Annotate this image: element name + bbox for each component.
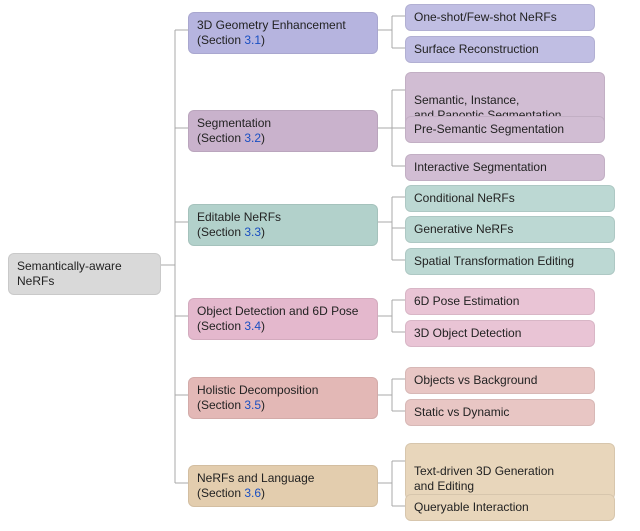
leaf-node: Generative NeRFs xyxy=(405,216,615,243)
section-node-3-2: Segmentation (Section 3.2) xyxy=(188,110,378,152)
section-ref: (Section 3.2) xyxy=(197,131,369,146)
leaf-label: Surface Reconstruction xyxy=(414,42,539,56)
leaf-node: 6D Pose Estimation xyxy=(405,288,595,315)
leaf-node: 3D Object Detection xyxy=(405,320,595,347)
leaf-label: Objects vs Background xyxy=(414,373,537,387)
section-node-3-6: NeRFs and Language (Section 3.6) xyxy=(188,465,378,507)
section-node-3-5: Holistic Decomposition (Section 3.5) xyxy=(188,377,378,419)
section-ref: (Section 3.1) xyxy=(197,33,369,48)
section-title: NeRFs and Language xyxy=(197,471,369,486)
section-title: 3D Geometry Enhancement xyxy=(197,18,369,33)
section-ref: (Section 3.3) xyxy=(197,225,369,240)
section-link[interactable]: 3.3 xyxy=(244,225,261,239)
section-ref: (Section 3.4) xyxy=(197,319,369,334)
section-link[interactable]: 3.2 xyxy=(244,131,261,145)
section-title: Holistic Decomposition xyxy=(197,383,369,398)
leaf-label: Conditional NeRFs xyxy=(414,191,515,205)
section-link[interactable]: 3.1 xyxy=(244,33,261,47)
leaf-node: Objects vs Background xyxy=(405,367,595,394)
section-link[interactable]: 3.5 xyxy=(244,398,261,412)
section-node-3-1: 3D Geometry Enhancement (Section 3.1) xyxy=(188,12,378,54)
section-title: Object Detection and 6D Pose xyxy=(197,304,369,319)
leaf-node: Text-driven 3D Generation and Editing xyxy=(405,443,615,500)
leaf-node: Pre-Semantic Segmentation xyxy=(405,116,605,143)
leaf-node: Surface Reconstruction xyxy=(405,36,595,63)
leaf-label: Generative NeRFs xyxy=(414,222,513,236)
leaf-label: Static vs Dynamic xyxy=(414,405,509,419)
root-label: Semantically-aware NeRFs xyxy=(17,259,122,288)
leaf-node: Spatial Transformation Editing xyxy=(405,248,615,275)
leaf-node: One-shot/Few-shot NeRFs xyxy=(405,4,595,31)
section-link[interactable]: 3.6 xyxy=(244,486,261,500)
section-title: Segmentation xyxy=(197,116,369,131)
leaf-label: Queryable Interaction xyxy=(414,500,529,514)
section-ref: (Section 3.6) xyxy=(197,486,369,501)
leaf-label: Interactive Segmentation xyxy=(414,160,547,174)
section-link[interactable]: 3.4 xyxy=(244,319,261,333)
leaf-node: Queryable Interaction xyxy=(405,494,615,521)
section-node-3-4: Object Detection and 6D Pose (Section 3.… xyxy=(188,298,378,340)
leaf-label: Text-driven 3D Generation and Editing xyxy=(414,464,554,493)
leaf-label: One-shot/Few-shot NeRFs xyxy=(414,10,557,24)
leaf-label: 3D Object Detection xyxy=(414,326,521,340)
root-node: Semantically-aware NeRFs xyxy=(8,253,161,295)
section-node-3-3: Editable NeRFs (Section 3.3) xyxy=(188,204,378,246)
leaf-node: Interactive Segmentation xyxy=(405,154,605,181)
section-ref: (Section 3.5) xyxy=(197,398,369,413)
leaf-label: 6D Pose Estimation xyxy=(414,294,519,308)
section-title: Editable NeRFs xyxy=(197,210,369,225)
leaf-label: Spatial Transformation Editing xyxy=(414,254,574,268)
leaf-node: Static vs Dynamic xyxy=(405,399,595,426)
leaf-node: Conditional NeRFs xyxy=(405,185,615,212)
leaf-label: Pre-Semantic Segmentation xyxy=(414,122,564,136)
